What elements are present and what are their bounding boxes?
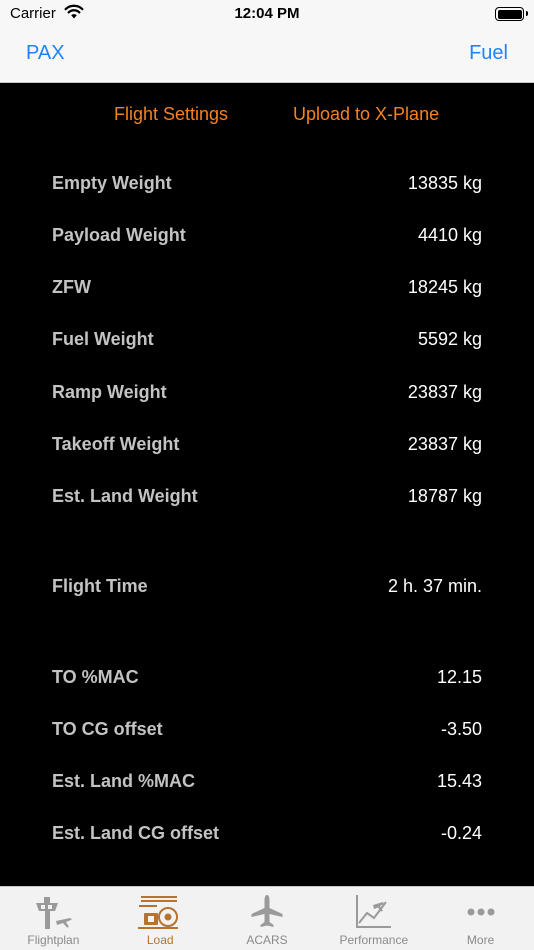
- row-label: TO CG offset: [52, 719, 163, 739]
- tab-acars[interactable]: ACARS: [214, 887, 321, 950]
- tab-label: Performance: [339, 933, 409, 947]
- row-value: 23837 kg: [407, 382, 482, 402]
- more-icon: [458, 893, 504, 936]
- tab-more[interactable]: More: [427, 887, 534, 950]
- row-label: Payload Weight: [52, 225, 186, 245]
- row-value: -0.24: [440, 823, 482, 843]
- flight-settings-button[interactable]: Flight Settings: [114, 104, 228, 125]
- row-label: Est. Land CG offset: [52, 823, 220, 843]
- row-label: ZFW: [52, 277, 91, 297]
- row-value: 5592 kg: [417, 329, 482, 349]
- row-label: Fuel Weight: [52, 329, 154, 349]
- zfw-row: ZFW 18245 kg: [52, 277, 482, 307]
- load-summary: Flight Settings Upload to X-Plane Empty …: [0, 84, 534, 886]
- row-label: Takeoff Weight: [52, 434, 180, 454]
- tab-label: Flightplan: [27, 933, 80, 947]
- row-value: 15.43: [436, 771, 482, 791]
- ramp-weight-row: Ramp Weight 23837 kg: [52, 382, 482, 412]
- row-value: 18787 kg: [407, 486, 482, 506]
- est-land-weight-row: Est. Land Weight 18787 kg: [52, 486, 482, 516]
- tab-label: ACARS: [246, 933, 288, 947]
- tab-label: More: [466, 933, 495, 947]
- tab-label: Load: [146, 933, 174, 947]
- fuel-weight-row: Fuel Weight 5592 kg: [52, 329, 482, 359]
- tab-bar: Flightplan Load ACARS Performance More: [0, 886, 534, 950]
- flight-time-row: Flight Time 2 h. 37 min.: [52, 576, 482, 606]
- to-mac-row: TO %MAC 12.15: [52, 667, 482, 697]
- empty-weight-row: Empty Weight 13835 kg: [52, 173, 482, 203]
- row-value: 2 h. 37 min.: [387, 576, 482, 596]
- row-value: 13835 kg: [407, 173, 482, 193]
- status-bar: Carrier 12:04 PM: [0, 0, 534, 30]
- fuel-button[interactable]: Fuel: [469, 42, 508, 65]
- upload-xplane-button[interactable]: Upload to X-Plane: [293, 104, 439, 125]
- row-value: 23837 kg: [407, 434, 482, 454]
- row-value: 12.15: [436, 667, 482, 687]
- row-label: TO %MAC: [52, 667, 139, 687]
- row-label: Est. Land Weight: [52, 486, 198, 506]
- airplane-icon: [244, 893, 290, 936]
- takeoff-weight-row: Takeoff Weight 23837 kg: [52, 434, 482, 464]
- tab-performance[interactable]: Performance: [320, 887, 427, 950]
- row-value: 4410 kg: [417, 225, 482, 245]
- row-value: -3.50: [440, 719, 482, 739]
- row-label: Empty Weight: [52, 173, 172, 193]
- control-tower-icon: [30, 893, 76, 936]
- est-land-mac-row: Est. Land %MAC 15.43: [52, 771, 482, 801]
- tab-load[interactable]: Load: [107, 887, 214, 950]
- row-value: 18245 kg: [407, 277, 482, 297]
- performance-chart-icon: [351, 893, 397, 936]
- tab-flightplan[interactable]: Flightplan: [0, 887, 107, 950]
- status-time: 12:04 PM: [234, 5, 300, 22]
- est-land-cg-offset-row: Est. Land CG offset -0.24: [52, 823, 482, 853]
- row-label: Flight Time: [52, 576, 148, 596]
- navigation-bar: PAX Fuel: [0, 30, 534, 83]
- payload-weight-row: Payload Weight 4410 kg: [52, 225, 482, 255]
- row-label: Ramp Weight: [52, 382, 167, 402]
- cargo-icon: [137, 893, 183, 936]
- row-label: Est. Land %MAC: [52, 771, 196, 791]
- battery-icon: [495, 7, 528, 21]
- pax-button[interactable]: PAX: [26, 42, 65, 65]
- to-cg-offset-row: TO CG offset -3.50: [52, 719, 482, 749]
